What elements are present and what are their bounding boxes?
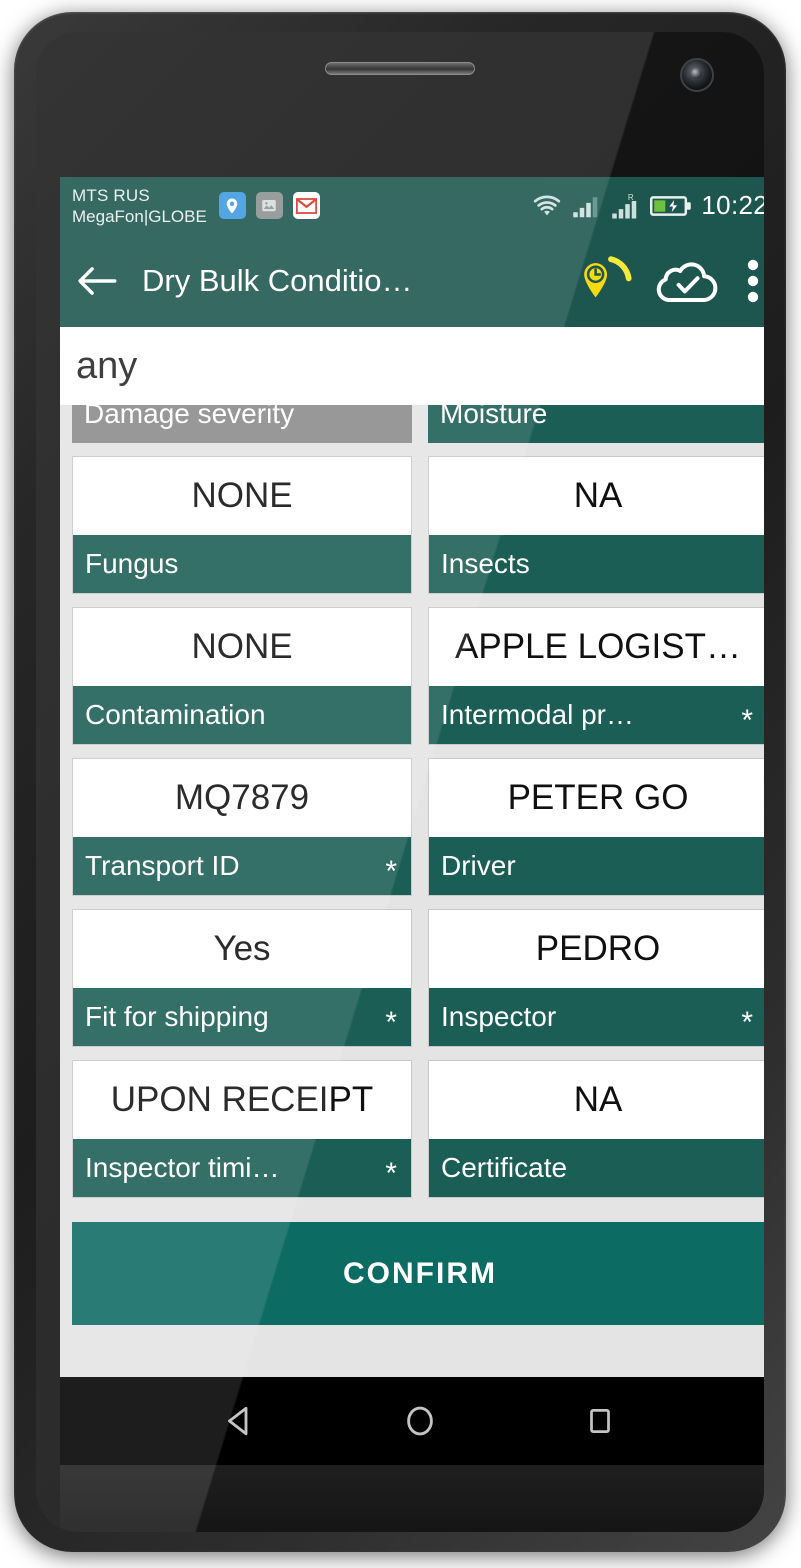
status-indicators: R 10:22	[531, 190, 764, 221]
field-row: UPON RECEIPT Inspector timi… * NA Certif…	[72, 1060, 764, 1198]
field-card-inspector[interactable]: PEDRO Inspector *	[428, 909, 764, 1047]
field-card-fungus[interactable]: NONE Fungus	[72, 456, 412, 594]
battery-charging-icon	[650, 195, 692, 216]
field-card-contamination[interactable]: NONE Contamination	[72, 607, 412, 745]
field-label: Contamination	[73, 686, 411, 744]
field-label: Inspector timi… *	[73, 1139, 411, 1197]
field-value[interactable]: PEDRO	[429, 910, 764, 988]
field-card-moisture[interactable]: Moisture	[428, 405, 764, 443]
device-screen: MTS RUS MegaFon|GLOBE R 10:22 Dry Bulk C…	[60, 177, 764, 1377]
field-value[interactable]: APPLE LOGIST…	[429, 608, 764, 686]
wifi-icon	[534, 195, 561, 215]
field-card-insects[interactable]: NA Insects	[428, 456, 764, 594]
field-label: Insects	[429, 535, 764, 593]
search-input-strip[interactable]: any	[60, 327, 764, 405]
carrier-label: MTS RUS MegaFon|GLOBE	[72, 185, 207, 227]
field-label-text: Transport ID	[85, 850, 240, 881]
field-value[interactable]: NONE	[73, 608, 411, 686]
field-value[interactable]: PETER GO	[429, 759, 764, 837]
field-card-transport-id[interactable]: MQ7879 Transport ID *	[72, 758, 412, 896]
app-bar: Dry Bulk Conditio…	[60, 234, 764, 327]
field-label: Fit for shipping *	[73, 988, 411, 1046]
carrier-line-2: MegaFon|GLOBE	[72, 206, 207, 226]
field-value[interactable]: NA	[429, 1061, 764, 1139]
clipped-field-row: Damage severity Moisture	[72, 405, 764, 443]
cellular-signal-icon	[573, 196, 598, 217]
nav-recents-square-icon[interactable]	[570, 1391, 630, 1451]
location-clock-icon[interactable]	[576, 253, 634, 309]
field-card-certificate[interactable]: NA Certificate	[428, 1060, 764, 1198]
phone-frame: MTS RUS MegaFon|GLOBE R 10:22 Dry Bulk C…	[14, 12, 786, 1552]
field-label: Inspector *	[429, 988, 764, 1046]
nav-home-circle-icon[interactable]	[390, 1391, 450, 1451]
field-label-text: Inspector timi…	[85, 1152, 280, 1183]
field-label-text: Damage severity	[84, 405, 295, 429]
field-value[interactable]: UPON RECEIPT	[73, 1061, 411, 1139]
field-label: Transport ID *	[73, 837, 411, 895]
cellular-signal-roaming-icon: R	[612, 193, 637, 218]
field-label-text: Insects	[441, 548, 530, 579]
field-label: Driver	[429, 837, 764, 895]
more-vertical-icon[interactable]	[740, 259, 764, 303]
field-row: NONE Contamination APPLE LOGIST… Intermo…	[72, 607, 764, 745]
field-value[interactable]: NA	[429, 457, 764, 535]
field-label: Intermodal pr… *	[429, 686, 764, 744]
maps-pin-icon	[218, 192, 246, 219]
field-card-driver[interactable]: PETER GO Driver	[428, 758, 764, 896]
field-label-text: Fungus	[85, 548, 179, 579]
field-label-text: Certificate	[441, 1152, 568, 1183]
android-navigation-bar	[60, 1377, 764, 1465]
form-field-grid: Damage severity Moisture NONE Fungus NA …	[60, 405, 764, 1377]
nav-back-triangle-icon[interactable]	[210, 1391, 270, 1451]
field-label-text: Contamination	[85, 699, 266, 730]
svg-text:R: R	[628, 193, 634, 202]
field-row: Yes Fit for shipping * PEDRO Inspector *	[72, 909, 764, 1047]
field-card-intermodal-provider[interactable]: APPLE LOGIST… Intermodal pr… *	[428, 607, 764, 745]
field-label-text: Moisture	[440, 405, 548, 429]
cloud-check-icon[interactable]	[656, 257, 718, 305]
field-label-text: Intermodal pr…	[441, 699, 634, 730]
field-label: Damage severity	[72, 405, 412, 443]
carrier-line-1: MTS RUS	[72, 185, 150, 205]
field-row: NONE Fungus NA Insects	[72, 456, 764, 594]
front-camera	[680, 58, 714, 92]
field-label: Moisture	[428, 405, 764, 443]
field-row: MQ7879 Transport ID * PETER GO Driver	[72, 758, 764, 896]
field-label: Fungus	[73, 535, 411, 593]
field-card-inspector-timing[interactable]: UPON RECEIPT Inspector timi… *	[72, 1060, 412, 1198]
screenshot-image-icon	[255, 192, 283, 219]
phone-body: MTS RUS MegaFon|GLOBE R 10:22 Dry Bulk C…	[36, 32, 764, 1532]
search-input-value[interactable]: any	[76, 345, 137, 388]
app-bar-actions	[576, 253, 764, 309]
status-tray-icons	[218, 192, 320, 219]
field-card-fit-for-shipping[interactable]: Yes Fit for shipping *	[72, 909, 412, 1047]
earpiece-speaker	[325, 62, 475, 75]
field-value[interactable]: NONE	[73, 457, 411, 535]
field-label: Certificate	[429, 1139, 764, 1197]
gmail-icon	[292, 192, 320, 219]
device-bottom-chin	[60, 1465, 764, 1532]
field-value[interactable]: MQ7879	[73, 759, 411, 837]
field-label-text: Inspector	[441, 1001, 557, 1032]
field-label-text: Driver	[441, 850, 516, 881]
field-label-text: Fit for shipping	[85, 1001, 269, 1032]
field-card-damage-severity[interactable]: Damage severity	[72, 405, 412, 443]
confirm-button[interactable]: CONFIRM	[72, 1222, 764, 1325]
status-bar: MTS RUS MegaFon|GLOBE R 10:22	[60, 177, 764, 234]
status-clock: 10:22	[701, 190, 764, 220]
page-title: Dry Bulk Conditio…	[142, 262, 413, 298]
back-arrow-icon[interactable]	[76, 264, 118, 298]
field-value[interactable]: Yes	[73, 910, 411, 988]
confirm-button-container: CONFIRM	[72, 1198, 764, 1325]
